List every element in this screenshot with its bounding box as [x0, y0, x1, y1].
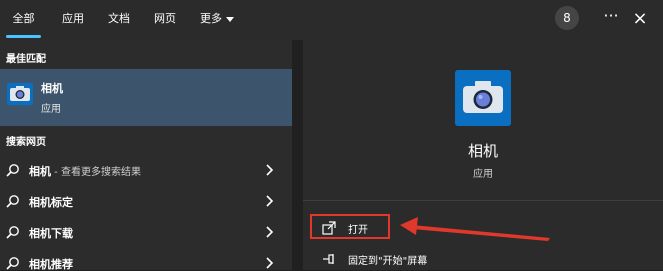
annotation-highlight-box [310, 214, 390, 239]
web-search-item[interactable]: 相机标定 [0, 186, 292, 216]
search-icon [6, 195, 19, 208]
tab-more-label: 更多 [200, 12, 222, 25]
active-tab-indicator [6, 35, 41, 38]
search-icon [6, 226, 19, 239]
rewards-badge[interactable]: 8 [555, 6, 579, 30]
tab-apps[interactable]: 应用 [55, 0, 91, 38]
web-search-query: 相机 [29, 165, 51, 178]
chevron-right-icon [266, 195, 274, 207]
best-match-name: 相机 [41, 82, 63, 95]
search-icon [6, 164, 19, 177]
web-search-item[interactable]: 相机 - 查看更多搜索结果 [0, 155, 292, 185]
web-search-query: 相机推荐 [29, 258, 73, 270]
best-match-type: 应用 [41, 104, 61, 115]
chevron-right-icon [266, 257, 274, 269]
pin-icon [323, 254, 334, 264]
detail-divider [303, 200, 663, 201]
web-search-query: 相机下载 [29, 227, 73, 240]
detail-type: 应用 [473, 169, 493, 180]
web-search-hint: - 查看更多搜索结果 [51, 167, 141, 178]
tab-more[interactable]: 更多 [194, 0, 240, 38]
best-match-item[interactable] [0, 69, 292, 126]
web-search-item[interactable]: 相机推荐 [0, 248, 292, 270]
web-search-item[interactable]: 相机下载 [0, 217, 292, 247]
camera-icon [7, 83, 33, 105]
search-icon [6, 257, 19, 270]
more-options-button[interactable]: ··· [600, 6, 622, 32]
close-button[interactable]: × [631, 7, 649, 31]
pin-to-start-action[interactable]: 固定到"开始"屏幕 [310, 247, 650, 271]
web-search-text: 相机下载 [29, 225, 73, 241]
chevron-right-icon [266, 226, 274, 238]
tab-all[interactable]: 全部 [6, 0, 41, 38]
web-search-heading: 搜索网页 [6, 137, 46, 148]
annotation-arrow [400, 217, 550, 241]
camera-icon [455, 70, 511, 126]
top-bar: 全部 应用 文档 网页 更多 8 ··· × [0, 0, 663, 40]
tab-documents[interactable]: 文档 [101, 0, 137, 38]
web-search-query: 相机标定 [29, 196, 73, 209]
web-search-text: 相机 - 查看更多搜索结果 [29, 163, 141, 179]
web-search-text: 相机标定 [29, 194, 73, 210]
best-match-heading: 最佳匹配 [6, 54, 46, 65]
detail-title: 相机 [467, 142, 498, 160]
tab-web[interactable]: 网页 [147, 0, 183, 38]
web-search-text: 相机推荐 [29, 256, 73, 270]
caret-down-icon [226, 16, 234, 22]
pin-to-start-label: 固定到"开始"屏幕 [348, 256, 428, 267]
chevron-right-icon [266, 164, 274, 176]
